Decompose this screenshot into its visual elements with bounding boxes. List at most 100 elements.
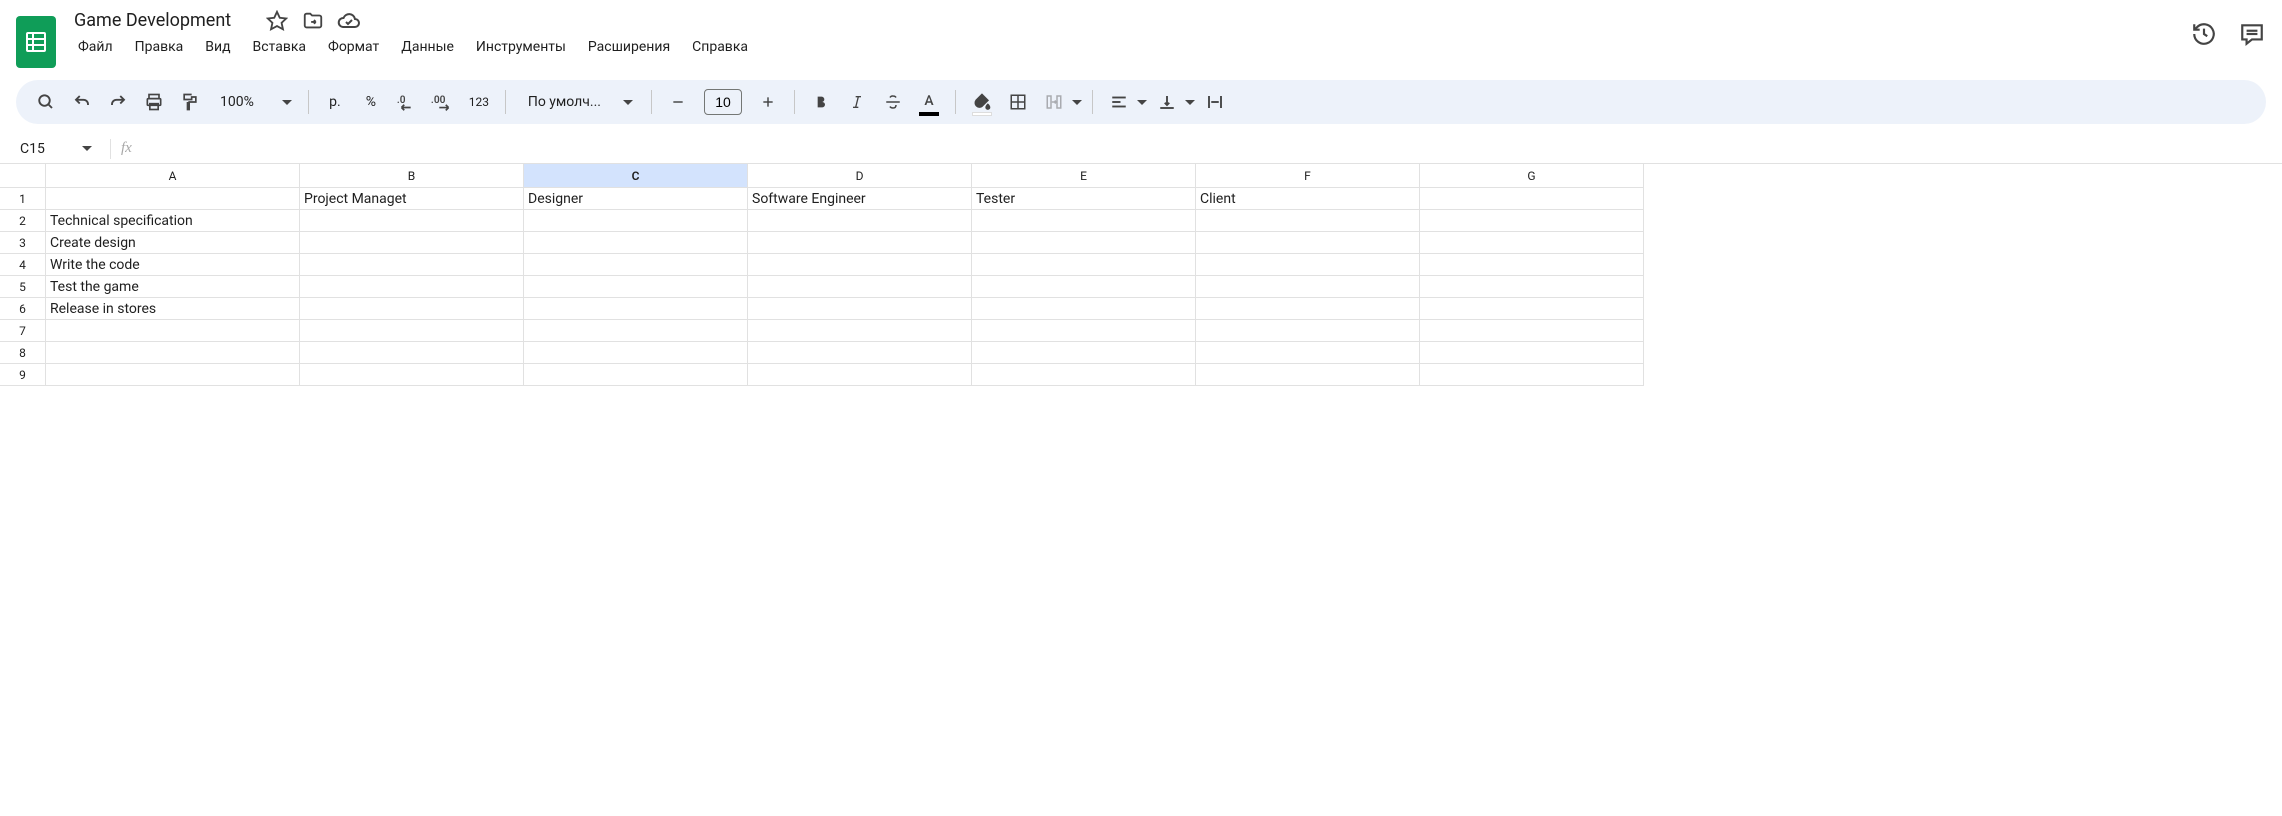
cell-G4[interactable] [1420,254,1644,276]
cell-C3[interactable] [524,232,748,254]
menu-вид[interactable]: Вид [195,35,240,59]
cell-F7[interactable] [1196,320,1420,342]
formula-input[interactable] [132,134,2274,163]
fontsize-input[interactable] [704,89,742,115]
row-header-4[interactable]: 4 [0,254,46,276]
cloud-status-icon[interactable] [337,9,361,33]
decrease-fontsize-button[interactable] [662,86,694,118]
cell-B8[interactable] [300,342,524,364]
increase-decimal-button[interactable]: .00 [427,86,459,118]
row-header-7[interactable]: 7 [0,320,46,342]
font-family-dropdown[interactable]: По умолч... [516,94,641,110]
cell-C9[interactable] [524,364,748,386]
column-header-A[interactable]: A [46,164,300,188]
cell-C5[interactable] [524,276,748,298]
cell-A4[interactable]: Write the code [46,254,300,276]
cell-A2[interactable]: Technical specification [46,210,300,232]
borders-button[interactable] [1002,86,1034,118]
cell-A5[interactable]: Test the game [46,276,300,298]
cell-E6[interactable] [972,298,1196,320]
text-color-button[interactable] [913,86,945,118]
increase-fontsize-button[interactable] [752,86,784,118]
cell-G2[interactable] [1420,210,1644,232]
cell-G5[interactable] [1420,276,1644,298]
row-header-6[interactable]: 6 [0,298,46,320]
column-header-C[interactable]: C [524,164,748,188]
cell-B6[interactable] [300,298,524,320]
menu-расширения[interactable]: Расширения [578,35,680,59]
cell-B7[interactable] [300,320,524,342]
menu-файл[interactable]: Файл [68,35,123,59]
vertical-align-dropdown[interactable] [1151,86,1195,118]
menu-формат[interactable]: Формат [318,35,389,59]
cell-D9[interactable] [748,364,972,386]
row-header-2[interactable]: 2 [0,210,46,232]
cell-G1[interactable] [1420,188,1644,210]
column-header-B[interactable]: B [300,164,524,188]
cell-E9[interactable] [972,364,1196,386]
cell-C8[interactable] [524,342,748,364]
zoom-dropdown[interactable]: 100% [210,94,298,110]
move-folder-icon[interactable] [301,9,325,33]
star-icon[interactable] [265,9,289,33]
row-header-5[interactable]: 5 [0,276,46,298]
cell-B5[interactable] [300,276,524,298]
undo-button[interactable] [66,86,98,118]
horizontal-align-dropdown[interactable] [1103,86,1147,118]
column-header-F[interactable]: F [1196,164,1420,188]
cell-F1[interactable]: Client [1196,188,1420,210]
cell-C6[interactable] [524,298,748,320]
column-header-D[interactable]: D [748,164,972,188]
row-header-8[interactable]: 8 [0,342,46,364]
menu-данные[interactable]: Данные [391,35,464,59]
menu-вставка[interactable]: Вставка [243,35,316,59]
cell-G3[interactable] [1420,232,1644,254]
italic-button[interactable] [841,86,873,118]
cell-B1[interactable]: Project Managet [300,188,524,210]
cell-F5[interactable] [1196,276,1420,298]
cell-D7[interactable] [748,320,972,342]
cell-C1[interactable]: Designer [524,188,748,210]
name-box[interactable]: C15 [8,141,100,157]
cell-E8[interactable] [972,342,1196,364]
number-format-dropdown[interactable]: 123 [463,86,495,118]
history-icon[interactable] [2190,20,2218,48]
cell-F6[interactable] [1196,298,1420,320]
cell-D8[interactable] [748,342,972,364]
select-all-corner[interactable] [0,164,46,188]
cell-G6[interactable] [1420,298,1644,320]
cell-F2[interactable] [1196,210,1420,232]
row-header-3[interactable]: 3 [0,232,46,254]
cell-B4[interactable] [300,254,524,276]
cell-E4[interactable] [972,254,1196,276]
cell-F8[interactable] [1196,342,1420,364]
print-button[interactable] [138,86,170,118]
cell-D5[interactable] [748,276,972,298]
cell-E5[interactable] [972,276,1196,298]
currency-format-button[interactable]: р. [319,86,351,118]
cell-C7[interactable] [524,320,748,342]
cell-F4[interactable] [1196,254,1420,276]
document-title[interactable]: Game Development [68,8,237,33]
bold-button[interactable] [805,86,837,118]
cell-G9[interactable] [1420,364,1644,386]
cell-A3[interactable]: Create design [46,232,300,254]
row-header-9[interactable]: 9 [0,364,46,386]
menu-инструменты[interactable]: Инструменты [466,35,576,59]
row-header-1[interactable]: 1 [0,188,46,210]
search-icon[interactable] [30,86,62,118]
redo-button[interactable] [102,86,134,118]
cell-D6[interactable] [748,298,972,320]
cell-E2[interactable] [972,210,1196,232]
cell-A6[interactable]: Release in stores [46,298,300,320]
cell-C4[interactable] [524,254,748,276]
cell-D2[interactable] [748,210,972,232]
cell-B3[interactable] [300,232,524,254]
cell-E7[interactable] [972,320,1196,342]
fill-color-button[interactable] [966,86,998,118]
menu-справка[interactable]: Справка [682,35,758,59]
cell-G8[interactable] [1420,342,1644,364]
cell-B2[interactable] [300,210,524,232]
cell-A1[interactable] [46,188,300,210]
cell-D1[interactable]: Software Engineer [748,188,972,210]
